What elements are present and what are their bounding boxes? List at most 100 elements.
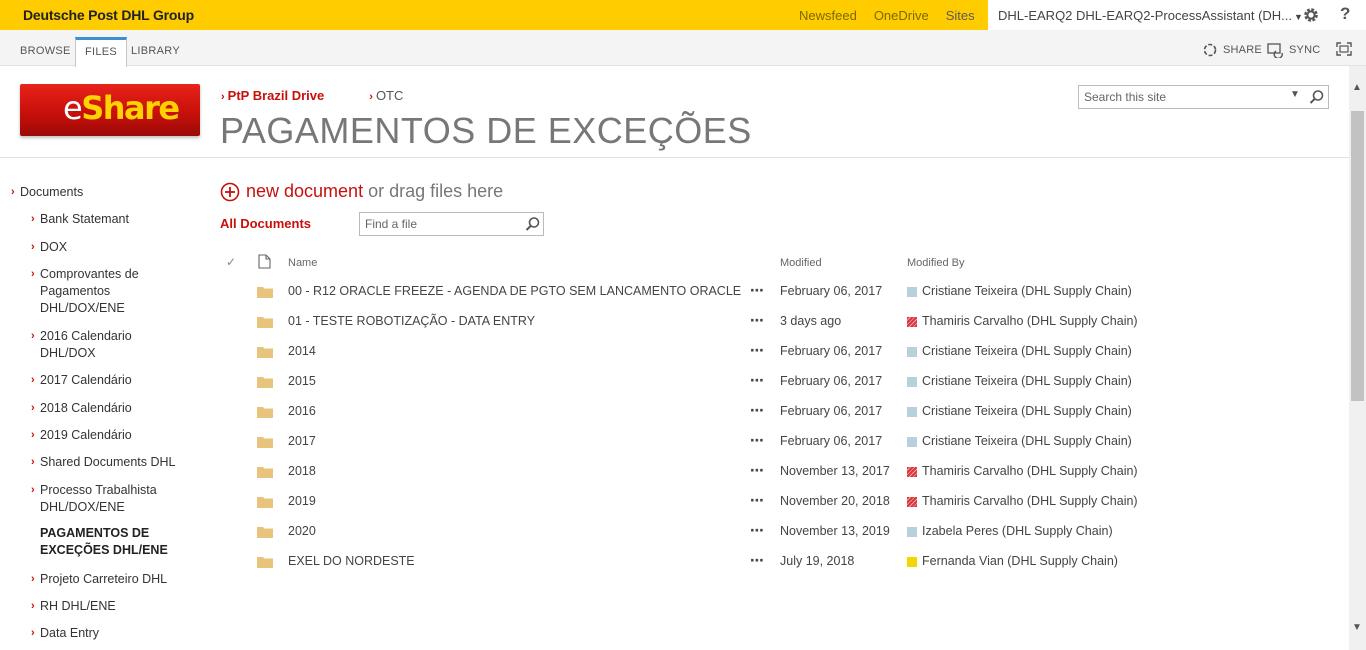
vertical-scrollbar[interactable]: ▲ ▼ [1349, 66, 1366, 650]
modified-by[interactable]: Cristiane Teixeira (DHL Supply Chain) [922, 404, 1132, 418]
ellipsis-menu-icon[interactable]: ⋯ [750, 432, 765, 449]
ellipsis-menu-icon[interactable]: ⋯ [750, 462, 765, 479]
brand-title[interactable]: Deutsche Post DHL Group [23, 7, 194, 23]
ellipsis-menu-icon[interactable]: ⋯ [750, 402, 765, 419]
modified-date: February 06, 2017 [780, 374, 883, 388]
share-label: SHARE [1223, 44, 1262, 56]
table-row[interactable]: 2020 ⋯ November 13, 2019 Izabela Peres (… [220, 517, 1180, 547]
file-name[interactable]: 2016 [288, 404, 316, 418]
find-file-input[interactable] [360, 213, 520, 235]
table-row[interactable]: 2017 ⋯ February 06, 2017 Cristiane Teixe… [220, 427, 1180, 457]
tab-library[interactable]: LIBRARY [122, 37, 189, 66]
presence-icon [907, 287, 917, 297]
file-name[interactable]: 2017 [288, 434, 316, 448]
nav-item[interactable]: › 2018 Calendário [31, 400, 190, 417]
ellipsis-menu-icon[interactable]: ⋯ [750, 282, 765, 299]
new-document-link[interactable]: new document [246, 181, 363, 202]
arrow-icon: › [31, 241, 35, 253]
folder-icon [257, 497, 273, 508]
nav-documents[interactable]: › Documents [11, 184, 83, 201]
modified-by[interactable]: Cristiane Teixeira (DHL Supply Chain) [922, 434, 1132, 448]
column-modified-by[interactable]: Modified By [907, 257, 964, 269]
modified-by[interactable]: Izabela Peres (DHL Supply Chain) [922, 524, 1113, 538]
modified-by[interactable]: Cristiane Teixeira (DHL Supply Chain) [922, 284, 1132, 298]
table-row[interactable]: 2016 ⋯ February 06, 2017 Cristiane Teixe… [220, 397, 1180, 427]
file-name[interactable]: 01 - TESTE ROBOTIZAÇÃO - DATA ENTRY [288, 314, 535, 328]
ellipsis-menu-icon[interactable]: ⋯ [750, 372, 765, 389]
file-name[interactable]: 00 - R12 ORACLE FREEZE - AGENDA DE PGTO … [288, 284, 741, 298]
sync-button[interactable]: SYNC [1267, 42, 1320, 58]
nav-item[interactable]: › 2017 Calendário [31, 372, 190, 389]
site-search-input[interactable] [1079, 86, 1279, 108]
breadcrumb-otc[interactable]: › OTC [369, 88, 403, 103]
modified-by[interactable]: Thamiris Carvalho (DHL Supply Chain) [922, 494, 1138, 508]
modified-by[interactable]: Cristiane Teixeira (DHL Supply Chain) [922, 344, 1132, 358]
table-row[interactable]: 2018 ⋯ November 13, 2017 Thamiris Carval… [220, 457, 1180, 487]
modified-by[interactable]: Fernanda Vian (DHL Supply Chain) [922, 554, 1118, 568]
site-logo[interactable]: eShare [20, 84, 200, 136]
modified-date: February 06, 2017 [780, 284, 883, 298]
modified-date: November 13, 2019 [780, 524, 890, 538]
chevron-down-icon[interactable]: ▼ [1352, 622, 1362, 633]
search-icon[interactable] [1309, 89, 1325, 105]
drag-files-hint: or drag files here [368, 181, 504, 201]
ellipsis-menu-icon[interactable]: ⋯ [750, 342, 765, 359]
focus-icon[interactable] [1336, 42, 1352, 56]
folder-icon [257, 317, 273, 328]
link-sites[interactable]: Sites [946, 8, 975, 23]
file-name[interactable]: 2018 [288, 464, 316, 478]
nav-item[interactable]: › 2019 Calendário [31, 427, 190, 444]
table-row[interactable]: 00 - R12 ORACLE FREEZE - AGENDA DE PGTO … [220, 277, 1180, 307]
chevron-down-icon[interactable]: ▼ [1290, 89, 1300, 100]
ellipsis-menu-icon[interactable]: ⋯ [750, 552, 765, 569]
help-icon[interactable]: ? [1340, 4, 1350, 24]
ellipsis-menu-icon[interactable]: ⋯ [750, 312, 765, 329]
table-row[interactable]: 01 - TESTE ROBOTIZAÇÃO - DATA ENTRY ⋯ 3 … [220, 307, 1180, 337]
nav-item[interactable]: › 2016 Calendario DHL/DOX [31, 328, 155, 362]
arrow-icon: › [369, 91, 373, 103]
gear-icon[interactable] [1302, 6, 1320, 24]
plus-circle-icon[interactable] [220, 182, 240, 202]
tab-browse[interactable]: BROWSE [11, 37, 80, 66]
table-row[interactable]: 2019 ⋯ November 20, 2018 Thamiris Carval… [220, 487, 1180, 517]
nav-item[interactable]: › Projeto Carreteiro DHL [31, 571, 190, 588]
table-row[interactable]: EXEL DO NORDESTE ⋯ July 19, 2018 Fernand… [220, 547, 1180, 577]
link-onedrive[interactable]: OneDrive [874, 8, 929, 23]
file-name[interactable]: 2020 [288, 524, 316, 538]
ribbon: BROWSE FILES LIBRARY SHARE SYNC [0, 30, 1366, 67]
nav-item[interactable]: › RH DHL/ENE [31, 598, 190, 615]
table-row[interactable]: 2015 ⋯ February 06, 2017 Cristiane Teixe… [220, 367, 1180, 397]
view-all-documents[interactable]: All Documents [220, 216, 311, 231]
share-button[interactable]: SHARE [1202, 42, 1262, 58]
modified-date: November 13, 2017 [780, 464, 890, 478]
chevron-up-icon[interactable]: ▲ [1352, 82, 1362, 93]
nav-item[interactable]: › Shared Documents DHL [31, 454, 190, 471]
modified-by[interactable]: Thamiris Carvalho (DHL Supply Chain) [922, 464, 1138, 478]
ellipsis-menu-icon[interactable]: ⋯ [750, 522, 765, 539]
select-all-check-icon[interactable]: ✓ [226, 255, 236, 269]
nav-item[interactable]: › Data Entry [31, 625, 190, 642]
folder-icon [257, 437, 273, 448]
nav-item[interactable]: › Bank Statemant [31, 211, 190, 228]
link-newsfeed[interactable]: Newsfeed [799, 8, 857, 23]
file-name[interactable]: EXEL DO NORDESTE [288, 554, 415, 568]
nav-item[interactable]: › Comprovantes de Pagamentos DHL/DOX/ENE [31, 266, 160, 317]
table-row[interactable]: 2014 ⋯ February 06, 2017 Cristiane Teixe… [220, 337, 1180, 367]
scroll-thumb[interactable] [1351, 111, 1364, 401]
user-menu[interactable]: DHL-EARQ2 DHL-EARQ2-ProcessAssistant (DH… [998, 8, 1303, 23]
nav-item[interactable]: › DOX [31, 239, 190, 256]
search-icon[interactable] [525, 216, 541, 232]
modified-by[interactable]: Thamiris Carvalho (DHL Supply Chain) [922, 314, 1138, 328]
file-name[interactable]: 2014 [288, 344, 316, 358]
nav-item[interactable]: › Processo Trabalhista DHL/DOX/ENE [31, 482, 165, 516]
file-name[interactable]: 2019 [288, 494, 316, 508]
file-name[interactable]: 2015 [288, 374, 316, 388]
breadcrumb-ptp[interactable]: › PtP Brazil Drive [221, 88, 324, 103]
tab-files[interactable]: FILES [75, 37, 128, 67]
column-modified[interactable]: Modified [780, 257, 822, 269]
modified-by[interactable]: Cristiane Teixeira (DHL Supply Chain) [922, 374, 1132, 388]
nav-item-current[interactable]: PAGAMENTOS DE EXCEÇÕES DHL/ENE [40, 525, 168, 559]
presence-icon [907, 467, 917, 477]
column-name[interactable]: Name [288, 257, 317, 269]
ellipsis-menu-icon[interactable]: ⋯ [750, 492, 765, 509]
